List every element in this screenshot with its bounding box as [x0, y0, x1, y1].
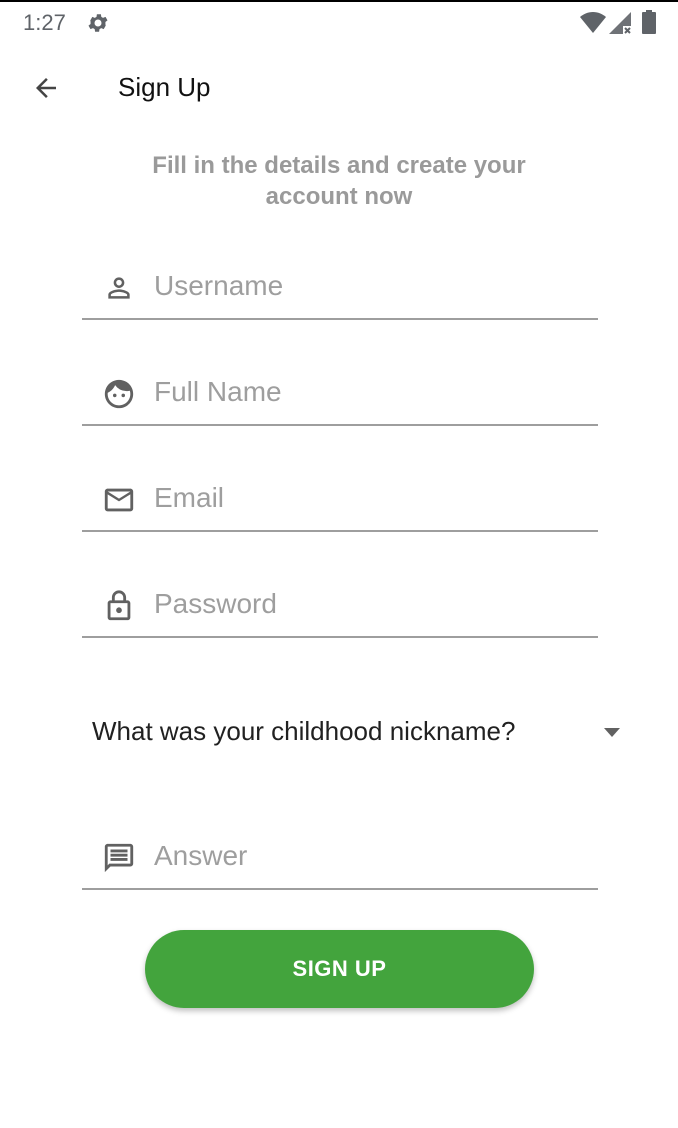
battery-icon	[642, 10, 656, 34]
subtitle: Fill in the details and create your acco…	[100, 150, 578, 212]
face-icon	[102, 377, 136, 411]
username-input[interactable]	[154, 264, 584, 308]
sign-up-button[interactable]: SIGN UP	[145, 930, 534, 1008]
lock-icon	[102, 589, 136, 623]
mail-icon	[102, 483, 136, 517]
username-field[interactable]	[82, 256, 598, 320]
back-button[interactable]	[24, 66, 68, 110]
email-input[interactable]	[154, 476, 584, 520]
gear-icon	[88, 14, 108, 32]
email-field[interactable]	[82, 468, 598, 532]
chat-message-icon	[102, 841, 136, 875]
answer-input[interactable]	[154, 834, 584, 878]
subtitle-line-2: account now	[265, 183, 413, 210]
password-field[interactable]	[82, 574, 598, 638]
page-title: Sign Up	[118, 72, 211, 102]
full-name-field[interactable]	[82, 362, 598, 426]
password-input[interactable]	[154, 582, 584, 626]
full-name-input[interactable]	[154, 370, 584, 414]
cell-signal-icon	[609, 12, 631, 34]
status-bar: 1:27	[0, 2, 678, 42]
wifi-icon	[580, 12, 606, 33]
status-time: 1:27	[23, 10, 66, 35]
answer-field[interactable]	[82, 826, 598, 890]
arrow-back-icon	[36, 78, 56, 98]
person-icon	[102, 271, 136, 305]
security-question-dropdown[interactable]: What was your childhood nickname?	[82, 700, 632, 764]
subtitle-line-1: Fill in the details and create your	[152, 152, 526, 179]
dropdown-arrow-icon	[604, 728, 620, 737]
security-question-value: What was your childhood nickname?	[92, 716, 516, 746]
